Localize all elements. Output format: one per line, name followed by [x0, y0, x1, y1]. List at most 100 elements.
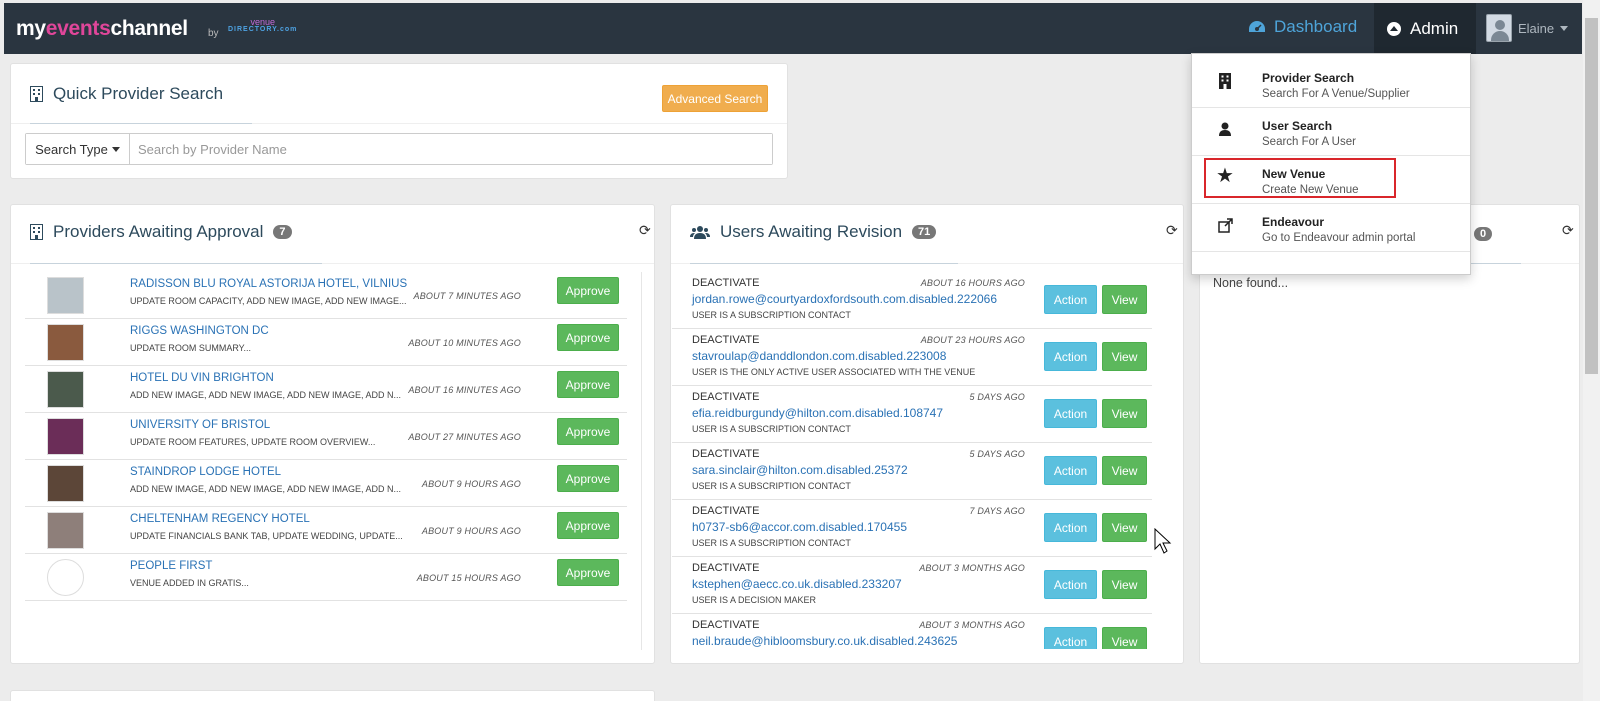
provider-thumbnail	[47, 512, 84, 549]
approve-button[interactable]: Approve	[557, 418, 619, 445]
provider-time: ABOUT 16 MINUTES AGO	[408, 385, 521, 395]
provider-name-link[interactable]: RADISSON BLU ROYAL ASTORIJA HOTEL, VILNI…	[130, 278, 407, 290]
venue-directory-logo: venue DIRECTORY.com	[228, 18, 297, 34]
provider-name-link[interactable]: UNIVERSITY OF BRISTOL	[130, 419, 270, 431]
user-email-link[interactable]: sara.sinclair@hilton.com.disabled.25372	[692, 463, 908, 477]
user-request-type: DEACTIVATE	[692, 448, 760, 460]
user-email-link[interactable]: kstephen@aecc.co.uk.disabled.233207	[692, 577, 902, 591]
view-button[interactable]: View	[1102, 570, 1147, 599]
menu-item-subtitle: Go to Endeavour admin portal	[1262, 232, 1416, 244]
quick-search-label: Quick Provider Search	[53, 84, 224, 103]
action-button[interactable]: Action	[1044, 513, 1097, 542]
action-button[interactable]: Action	[1044, 399, 1097, 428]
action-button[interactable]: Action	[1044, 627, 1097, 649]
provider-search-group: Search Type	[25, 133, 773, 165]
provider-thumbnail	[47, 371, 84, 408]
user-request-type: DEACTIVATE	[692, 562, 760, 574]
admin-dropdown-menu: Provider Search Search For A Venue/Suppl…	[1191, 53, 1471, 275]
user-menu[interactable]: Elaine	[1486, 14, 1569, 42]
menu-item-endeavour[interactable]: Endeavour Go to Endeavour admin portal	[1192, 204, 1470, 251]
provider-changes: UPDATE ROOM FEATURES, UPDATE ROOM OVERVI…	[130, 437, 376, 447]
scrollbar-thumb[interactable]	[1585, 18, 1598, 374]
menu-item-user-search[interactable]: User Search Search For A User	[1192, 108, 1470, 155]
provider-changes: ADD NEW IMAGE, ADD NEW IMAGE, ADD NEW IM…	[130, 390, 402, 400]
advanced-search-button[interactable]: Advanced Search	[662, 85, 768, 112]
refresh-users-icon[interactable]: ⟳	[1166, 222, 1178, 239]
approve-button[interactable]: Approve	[557, 512, 619, 539]
user-request-type: DEACTIVATE	[692, 334, 760, 346]
nav-dashboard-link[interactable]: Dashboard	[1248, 17, 1357, 37]
view-button[interactable]: View	[1102, 513, 1147, 542]
user-time: 5 DAYS AGO	[969, 449, 1025, 459]
users-list[interactable]: DEACTIVATE jordan.rowe@courtyardoxfordso…	[672, 272, 1154, 649]
action-button[interactable]: Action	[1044, 456, 1097, 485]
provider-time: ABOUT 7 MINUTES AGO	[413, 291, 521, 301]
building-icon	[30, 224, 43, 240]
provider-thumbnail	[47, 324, 84, 361]
provider-name-link[interactable]: RIGGS WASHINGTON DC	[130, 325, 269, 337]
user-time: ABOUT 3 MONTHS AGO	[919, 620, 1025, 630]
user-time: 7 DAYS AGO	[969, 506, 1025, 516]
approve-button[interactable]: Approve	[557, 324, 619, 351]
provider-name-link[interactable]: CHELTENHAM REGENCY HOTEL	[130, 513, 310, 525]
dashboard-icon	[1249, 21, 1265, 32]
provider-search-input[interactable]	[130, 134, 772, 164]
menu-item-new-venue[interactable]: ★ New Venue Create New Venue	[1192, 156, 1470, 203]
approve-button[interactable]: Approve	[557, 277, 619, 304]
nav-admin-menu[interactable]: Admin	[1374, 3, 1476, 54]
menu-item-title: User Search	[1262, 119, 1333, 133]
approve-button[interactable]: Approve	[557, 465, 619, 492]
users-icon	[690, 225, 710, 239]
user-email-link[interactable]: jordan.rowe@courtyardoxfordsouth.com.dis…	[692, 292, 997, 306]
external-link-icon	[1216, 216, 1234, 234]
admin-icon	[1387, 21, 1401, 36]
menu-item-title: Provider Search	[1262, 71, 1355, 85]
users-count-badge: 71	[912, 225, 937, 239]
provider-changes: UPDATE ROOM CAPACITY, ADD NEW IMAGE, ADD…	[130, 296, 407, 306]
menu-item-title: Endeavour	[1262, 215, 1325, 229]
user-email-link[interactable]: neil.braude@hibloomsbury.co.uk.disabled.…	[692, 634, 957, 648]
view-button[interactable]: View	[1102, 627, 1147, 649]
divider	[11, 123, 787, 124]
provider-name-link[interactable]: HOTEL DU VIN BRIGHTON	[130, 372, 274, 384]
star-icon: ★	[1216, 164, 1234, 187]
brand-logo[interactable]: myeventschannel	[16, 17, 188, 41]
provider-time: ABOUT 15 HOURS AGO	[416, 573, 521, 583]
user-time: ABOUT 16 HOURS AGO	[920, 278, 1025, 288]
empty-state-text: None found...	[1213, 276, 1289, 290]
venue-text: venue	[250, 17, 275, 27]
action-button[interactable]: Action	[1044, 342, 1097, 371]
provider-row: RIGGS WASHINGTON DC UPDATE ROOM SUMMARY.…	[25, 319, 627, 366]
refresh-providers-icon[interactable]: ⟳	[639, 222, 651, 239]
menu-item-title: New Venue	[1262, 167, 1326, 181]
providers-count-badge: 7	[273, 225, 292, 239]
building-icon	[30, 86, 43, 102]
view-button[interactable]: View	[1102, 399, 1147, 428]
chevron-down-icon	[111, 146, 120, 152]
menu-divider	[1192, 251, 1470, 252]
provider-name-link[interactable]: STAINDROP LODGE HOTEL	[130, 466, 281, 478]
action-button[interactable]: Action	[1044, 570, 1097, 599]
user-email-link[interactable]: efia.reidburgundy@hilton.com.disabled.10…	[692, 406, 943, 420]
provider-time: ABOUT 9 HOURS AGO	[421, 526, 521, 536]
chevron-down-icon	[1560, 25, 1569, 31]
provider-changes: VENUE ADDED IN GRATIS...	[130, 578, 249, 588]
providers-list: RADISSON BLU ROYAL ASTORIJA HOTEL, VILNI…	[25, 272, 627, 601]
provider-changes: UPDATE ROOM SUMMARY...	[130, 343, 252, 353]
view-button[interactable]: View	[1102, 456, 1147, 485]
provider-name-link[interactable]: PEOPLE FIRST	[130, 560, 212, 572]
provider-thumbnail	[47, 559, 84, 596]
view-button[interactable]: View	[1102, 285, 1147, 314]
search-type-dropdown[interactable]: Search Type	[26, 134, 130, 164]
approve-button[interactable]: Approve	[557, 559, 619, 586]
view-button[interactable]: View	[1102, 342, 1147, 371]
refresh-third-icon[interactable]: ⟳	[1562, 222, 1574, 239]
providers-title: Providers Awaiting Approval 7	[30, 222, 292, 242]
menu-item-provider-search[interactable]: Provider Search Search For A Venue/Suppl…	[1192, 60, 1470, 107]
approve-button[interactable]: Approve	[557, 371, 619, 398]
user-time: ABOUT 23 HOURS AGO	[920, 335, 1025, 345]
action-button[interactable]: Action	[1044, 285, 1097, 314]
user-email-link[interactable]: h0737-sb6@accor.com.disabled.170455	[692, 520, 907, 534]
user-email-link[interactable]: stavroulap@danddlondon.com.disabled.2230…	[692, 349, 946, 363]
brand-text-events: events	[45, 17, 111, 40]
